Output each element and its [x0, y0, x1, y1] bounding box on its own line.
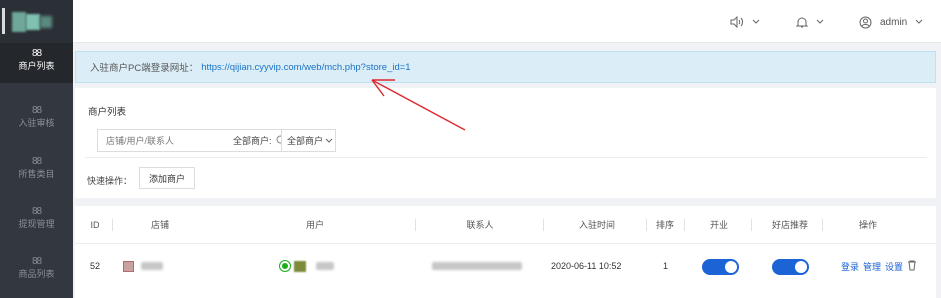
column-header-id: ID: [90, 220, 100, 230]
column-header-store: 店铺: [150, 220, 169, 230]
cell-sort: 1: [663, 261, 669, 271]
cell-user: [280, 253, 334, 279]
filter-label: 全部商户:: [233, 136, 272, 146]
cell-store: [123, 253, 163, 279]
recommend-toggle[interactable]: [772, 259, 809, 275]
select-value: 全部商户: [287, 136, 324, 146]
merchant-table: ID 店铺 用户 联系人 入驻时间 排序 开业 好店推荐 操作 52 2020-…: [75, 206, 936, 298]
add-merchant-button[interactable]: 添加商户: [139, 167, 195, 189]
chevron-down-icon: [915, 19, 923, 25]
login-link[interactable]: 登录: [841, 260, 859, 273]
sidebar: 88 商户列表 88 入驻审核 88 所售类目 88 提现管理 88 商品列表: [0, 0, 73, 298]
sidebar-item-label: 所售类目: [18, 169, 55, 179]
table-header: ID 店铺 用户 联系人 入驻时间 排序 开业 好店推荐 操作: [75, 206, 936, 244]
sidebar-item-entry-review[interactable]: 88 入驻审核: [0, 100, 73, 140]
divider: [85, 157, 927, 158]
store-name-redacted: [141, 262, 163, 270]
sidebar-item-label: 入驻审核: [18, 118, 55, 128]
top-header: admin: [73, 0, 941, 43]
contact-redacted: [432, 262, 522, 270]
app-logo: [0, 0, 73, 43]
manage-link[interactable]: 管理: [863, 260, 881, 273]
sidebar-item-label: 商户列表: [18, 61, 55, 71]
sidebar-item-label: 商品列表: [18, 269, 55, 279]
chevron-down-icon: [816, 19, 824, 25]
cell-id: 52: [90, 261, 101, 271]
chevron-down-icon: [325, 136, 333, 146]
sidebar-item-categories[interactable]: 88 所售类目: [0, 151, 73, 191]
login-url-notice: 入驻商户PC端登录网址： https://qijian.cyyvip.com/w…: [75, 51, 936, 83]
settings-link[interactable]: 设置: [885, 260, 903, 273]
wechat-icon: [280, 261, 290, 271]
cell-contact: [432, 253, 522, 279]
user-avatar: [294, 260, 306, 272]
sidebar-item-products[interactable]: 88 商品列表: [0, 251, 73, 291]
column-header-sort: 排序: [655, 220, 674, 230]
notice-label: 入驻商户PC端登录网址：: [90, 63, 199, 74]
column-header-user: 用户: [305, 220, 324, 230]
merchant-filter-select[interactable]: 全部商户: [281, 129, 336, 152]
column-header-open: 开业: [709, 220, 728, 230]
cell-actions: 登录 管理 设置: [841, 253, 917, 279]
open-toggle[interactable]: [702, 259, 739, 275]
grid-icon: 88: [31, 256, 42, 267]
grid-icon: 88: [31, 48, 42, 59]
notification-dropdown[interactable]: [796, 14, 824, 30]
grid-icon: 88: [31, 156, 42, 167]
bell-icon: [796, 16, 808, 29]
cell-join-time: 2020-06-11 10:52: [551, 261, 622, 271]
trash-icon[interactable]: [907, 260, 917, 273]
merchant-list-panel: 商户列表 全部商户: 全部商户 快速操作： 添加商户: [75, 88, 936, 198]
merchant-login-link[interactable]: https://qijian.cyyvip.com/web/mch.php?st…: [201, 62, 410, 73]
quick-actions-label: 快速操作：: [87, 176, 133, 186]
sidebar-item-merchant-list[interactable]: 88 商户列表: [0, 43, 73, 83]
page-title: 商户列表: [88, 107, 127, 118]
column-header-actions: 操作: [858, 220, 877, 230]
username: admin: [880, 16, 908, 28]
user-menu[interactable]: admin: [859, 14, 923, 30]
store-avatar: [123, 260, 134, 272]
grid-icon: 88: [31, 105, 42, 116]
user-icon: [859, 16, 872, 29]
sidebar-item-label: 提现管理: [18, 219, 55, 229]
user-name-redacted: [316, 262, 334, 270]
sidebar-item-withdrawals[interactable]: 88 提现管理: [0, 201, 73, 241]
column-header-recommend: 好店推荐: [771, 220, 808, 230]
speaker-icon: [730, 16, 744, 28]
sound-dropdown[interactable]: [730, 14, 760, 30]
column-header-contact: 联系人: [466, 220, 494, 230]
chevron-down-icon: [752, 19, 760, 25]
column-header-join-time: 入驻时间: [578, 220, 615, 230]
grid-icon: 88: [31, 206, 42, 217]
